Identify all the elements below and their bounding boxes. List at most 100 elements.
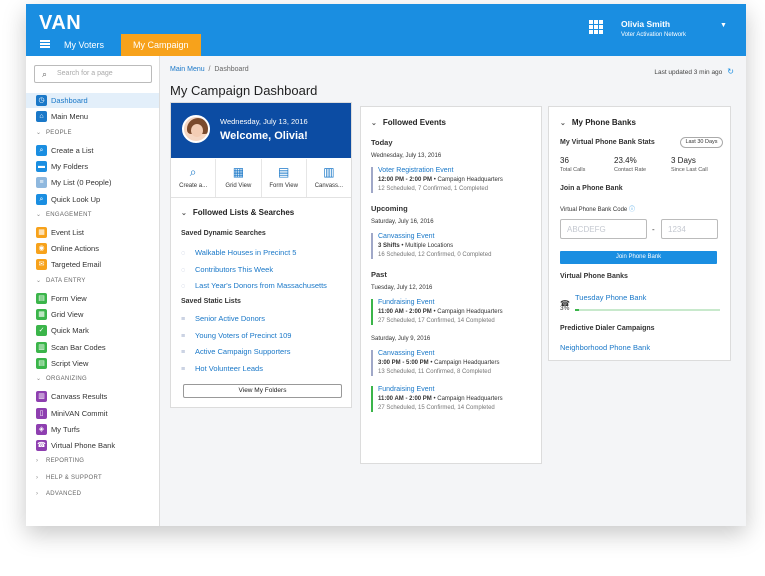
sidebar-item-quick-look-up[interactable]: ⌕ Quick Look Up: [26, 192, 159, 207]
apps-grid-icon[interactable]: [589, 20, 603, 34]
sidebar-item-label: Grid View: [51, 310, 84, 319]
sidebar-section-label: REPORTING: [46, 458, 85, 465]
followed-lists-header[interactable]: ⌄ Followed Lists & Searches: [181, 208, 294, 217]
sidebar-item-grid-view[interactable]: ▦ Grid View: [26, 307, 159, 322]
refresh-icon[interactable]: ↻: [727, 67, 734, 76]
sidebar-section-help-support[interactable]: › HELP & SUPPORT: [36, 475, 102, 481]
sidebar-item-my-folders[interactable]: ▬ My Folders: [26, 159, 159, 174]
event-item: Canvassing Event 3 Shifts • Multiple Loca…: [371, 232, 536, 260]
event-details: 3 Shifts • Multiple Locations: [378, 242, 536, 251]
quick-action-form-view[interactable]: ▤ Form View: [262, 159, 307, 197]
top-bar: VAN My Voters My Campaign Olivia Smith V…: [26, 4, 746, 56]
folder-icon: ▬: [36, 160, 47, 172]
dynamic-search-link[interactable]: ◌ Contributors This Week: [181, 265, 273, 274]
event-title-link[interactable]: Canvassing Event: [378, 232, 536, 242]
sidebar-item-targeted-email[interactable]: ✉ Targeted Email: [26, 257, 159, 272]
form-icon: ▤: [277, 165, 290, 179]
date-range-badge[interactable]: Last 30 Days: [680, 137, 723, 148]
sidebar-item-dashboard[interactable]: ◷ Dashboard: [26, 93, 159, 108]
phone-bank-row: ☎ Tuesday Phone Bank 3%: [560, 293, 720, 312]
event-details: 11:00 AM - 2:00 PM • Campaign Headquarte…: [378, 308, 536, 317]
hamburger-menu-icon[interactable]: [40, 40, 50, 48]
sidebar-item-quick-mark[interactable]: ✓ Quick Mark: [26, 323, 159, 338]
list-icon: ≡: [181, 349, 186, 356]
phone-banks-header[interactable]: ⌄ My Phone Banks: [560, 118, 636, 127]
dialer-campaign-link[interactable]: Neighborhood Phone Bank: [560, 343, 650, 352]
quick-action-canvass[interactable]: ▥ Canvass...: [307, 159, 351, 197]
sidebar-item-label: Quick Mark: [51, 326, 89, 336]
sidebar-section-advanced[interactable]: › ADVANCED: [36, 491, 81, 497]
user-name[interactable]: Olivia Smith: [621, 19, 670, 29]
quick-action-label: Grid View: [225, 183, 252, 189]
quick-actions: ⌕ Create a... ▦ Grid View ▤ Form View ▥ Canvass…: [171, 159, 351, 198]
sidebar-section-reporting[interactable]: › REPORTING: [36, 458, 84, 464]
sidebar-section-engagement[interactable]: ⌄ ENGAGEMENT: [36, 211, 92, 218]
static-lists-title: Saved Static Lists: [181, 298, 241, 305]
event-status-bar: [371, 386, 373, 412]
breadcrumb-main-menu[interactable]: Main Menu: [170, 66, 205, 73]
dynamic-search-link[interactable]: ◌ Last Year's Donors from Massachusetts: [181, 281, 327, 290]
sidebar-item-event-list[interactable]: ▦ Event List: [26, 225, 159, 240]
home-icon: ⌂: [36, 111, 47, 123]
dialer-campaigns-title: Predictive Dialer Campaigns: [560, 325, 655, 332]
event-time: 11:00 AM - 2:00 PM: [378, 309, 432, 315]
list-icon: ≡: [181, 316, 186, 323]
dynamic-search-link[interactable]: ◌ Walkable Houses in Precinct 5: [181, 248, 296, 257]
sidebar-section-organizing[interactable]: ⌄ ORGANIZING: [36, 375, 87, 382]
app-logo[interactable]: VAN: [39, 12, 81, 35]
list-icon: ≡: [36, 177, 47, 189]
join-phone-bank-button[interactable]: Join Phone Bank: [560, 251, 717, 264]
quick-action-label: Canvass...: [314, 183, 344, 189]
link-label: Young Voters of Precinct 109: [195, 330, 292, 340]
sidebar-item-script-view[interactable]: ▤ Script View: [26, 356, 159, 371]
sidebar-item-create-a-list[interactable]: ⌕ Create a List: [26, 143, 159, 158]
sidebar-search-input[interactable]: ⌕ Search for a page: [34, 65, 152, 83]
view-my-folders-button[interactable]: View My Folders: [183, 384, 342, 398]
sidebar-item-main-menu[interactable]: ⌂ Main Menu: [26, 109, 159, 124]
page-title: My Campaign Dashboard: [170, 83, 318, 98]
sidebar-item-my-turfs[interactable]: ◈ My Turfs: [26, 422, 159, 437]
sidebar-item-minivan-commit[interactable]: ▯ MiniVAN Commit: [26, 406, 159, 421]
tab-my-campaign[interactable]: My Campaign: [121, 34, 201, 56]
quick-action-create-a[interactable]: ⌕ Create a...: [171, 159, 217, 197]
static-list-link[interactable]: ≡ Young Voters of Precinct 109: [181, 331, 291, 340]
phone-bank-link[interactable]: Tuesday Phone Bank: [575, 293, 646, 302]
event-title-link[interactable]: Fundraising Event: [378, 298, 536, 308]
calendar-icon: ▦: [36, 226, 47, 238]
sidebar-section-people[interactable]: ⌄ PEOPLE: [36, 129, 72, 136]
sidebar-item-virtual-phone-bank[interactable]: ☎ Virtual Phone Bank: [26, 438, 159, 453]
sidebar-item-label: Virtual Phone Bank: [51, 441, 116, 451]
event-title-link[interactable]: Canvassing Event: [378, 349, 536, 359]
phone-icon: ▯: [36, 407, 47, 419]
static-list-link[interactable]: ≡ Active Campaign Supporters: [181, 347, 290, 356]
info-icon[interactable]: ⓘ: [629, 207, 635, 213]
search-history-icon: ◌: [181, 250, 186, 257]
dashboard-icon: ◷: [36, 95, 47, 106]
sidebar-item-label: Online Actions: [51, 244, 99, 254]
tab-my-voters[interactable]: My Voters: [54, 34, 114, 56]
sidebar-item-online-actions[interactable]: ◉ Online Actions: [26, 241, 159, 256]
virtual-phone-banks-title: Virtual Phone Banks: [560, 273, 628, 280]
sidebar-item-label: My Turfs: [51, 424, 80, 434]
avatar: [182, 115, 210, 143]
sidebar-item-scan-bar-codes[interactable]: ▥ Scan Bar Codes: [26, 340, 159, 355]
static-list-link[interactable]: ≡ Senior Active Donors: [181, 314, 265, 323]
chevron-down-icon: ⌄: [36, 376, 42, 383]
phone-bank-stats-title: My Virtual Phone Bank Stats: [560, 139, 655, 146]
event-title-link[interactable]: Fundraising Event: [378, 385, 536, 395]
sidebar-item-label: My Folders: [51, 161, 89, 171]
phone-bank-pin-input[interactable]: 1234: [661, 219, 718, 239]
user-menu-caret-icon[interactable]: ▼: [720, 22, 727, 29]
sidebar-section-data-entry[interactable]: ⌄ DATA ENTRY: [36, 277, 86, 284]
phone-bank-code-input[interactable]: ABCDEFG: [560, 219, 647, 239]
sidebar-item-my-list-0-people[interactable]: ≡ My List (0 People): [26, 175, 159, 190]
event-title-link[interactable]: Voter Registration Event: [378, 166, 536, 176]
sidebar-item-form-view[interactable]: ▤ Form View: [26, 291, 159, 306]
sidebar-item-canvass-results[interactable]: ▥ Canvass Results: [26, 389, 159, 404]
quick-action-grid-view[interactable]: ▦ Grid View: [216, 159, 262, 197]
sidebar-item-label: Main Menu: [51, 112, 89, 122]
followed-events-header[interactable]: ⌄ Followed Events: [371, 118, 446, 127]
chevron-down-icon: ⌄: [560, 120, 566, 127]
static-list-link[interactable]: ≡ Hot Volunteer Leads: [181, 364, 263, 373]
events-group-upcoming: Upcoming: [371, 204, 408, 213]
